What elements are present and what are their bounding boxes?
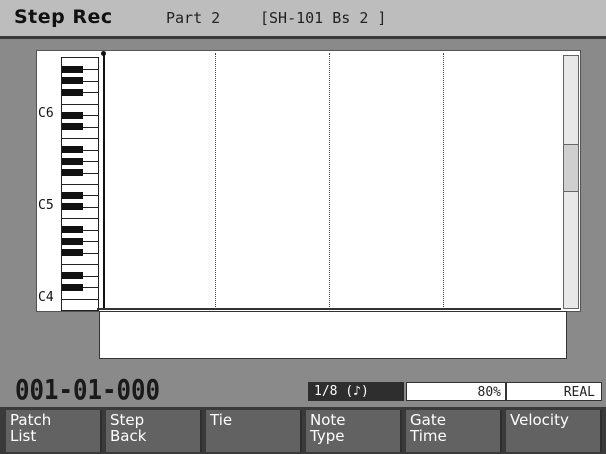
black-key[interactable]	[62, 157, 83, 165]
button-label-line1: Patch	[10, 411, 52, 429]
note-type-button[interactable]: Note Type	[306, 410, 402, 452]
piano-keyboard[interactable]: C6 C5 C4	[38, 57, 99, 311]
vertical-scrollbar[interactable]	[563, 55, 579, 309]
black-key[interactable]	[62, 77, 83, 85]
beat-gridline	[329, 53, 330, 309]
black-key[interactable]	[62, 272, 83, 280]
playhead-cursor	[103, 55, 105, 309]
black-key[interactable]	[62, 203, 83, 211]
patch-name: [SH-101 Bs 2 ]	[260, 9, 387, 27]
black-key[interactable]	[62, 146, 83, 154]
button-label-line1: Tie	[210, 411, 233, 429]
white-key-divider	[62, 218, 98, 220]
octave-label-c5: C5	[38, 198, 54, 213]
tie-button[interactable]: Tie	[206, 410, 302, 452]
beat-gridline	[215, 53, 216, 309]
black-key[interactable]	[62, 88, 83, 96]
black-key[interactable]	[62, 191, 83, 199]
part-label: Part 2	[166, 9, 221, 27]
position-readout: 001-01-000	[15, 373, 160, 406]
black-key[interactable]	[62, 123, 83, 131]
step-grid[interactable]	[103, 53, 561, 309]
white-key-divider	[62, 138, 98, 140]
white-key-divider	[62, 184, 98, 185]
button-label-line2: Back	[110, 427, 147, 445]
black-key[interactable]	[62, 226, 83, 234]
button-label-line2: List	[10, 427, 37, 445]
note-type-status: 1/8 (♪)	[308, 382, 404, 401]
velocity-status: 80%	[406, 382, 506, 401]
black-key[interactable]	[62, 237, 83, 245]
button-label-line1: Note	[310, 411, 346, 429]
button-label-line1: Gate	[410, 411, 446, 429]
mode-status: REAL	[506, 382, 602, 401]
button-label-line1: Velocity	[510, 411, 569, 429]
button-label-line2: Time	[410, 427, 447, 445]
title-bar: Step Rec Part 2 [SH-101 Bs 2 ]	[0, 0, 606, 39]
gate-time-button[interactable]: Gate Time	[406, 410, 502, 452]
button-label-line1: Step	[110, 411, 145, 429]
black-key[interactable]	[62, 111, 83, 119]
step-back-button[interactable]: Step Back	[106, 410, 202, 452]
black-key[interactable]	[62, 283, 83, 291]
scroll-thumb[interactable]	[564, 144, 578, 192]
beat-gridline	[443, 53, 444, 309]
button-label-line2: Type	[310, 427, 345, 445]
screen-title: Step Rec	[14, 6, 113, 28]
black-key[interactable]	[62, 249, 83, 257]
patch-list-button[interactable]: Patch List	[6, 410, 102, 452]
white-key-divider	[62, 103, 98, 105]
piano-roll-frame: C6 C5 C4	[36, 50, 581, 312]
white-key-divider	[62, 264, 98, 266]
white-key-divider	[62, 298, 98, 300]
black-key[interactable]	[62, 169, 83, 177]
grid-baseline	[97, 308, 561, 310]
velocity-button[interactable]: Velocity	[506, 410, 602, 452]
step-rec-screen: Step Rec Part 2 [SH-101 Bs 2 ] C6 C5 C4 …	[0, 0, 606, 454]
black-key[interactable]	[62, 65, 83, 73]
octave-label-c6: C6	[38, 106, 54, 121]
octave-label-c4: C4	[38, 290, 54, 305]
event-info-panel	[99, 311, 567, 359]
